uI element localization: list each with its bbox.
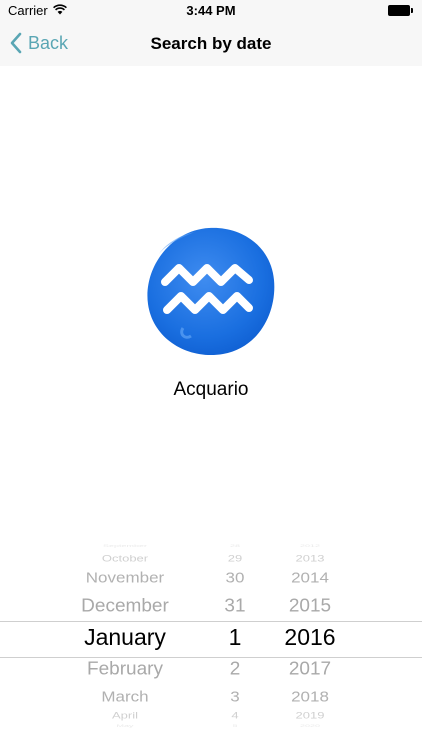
clock: 3:44 PM (186, 3, 236, 18)
day-option[interactable]: 28 (205, 544, 265, 548)
page-title: Search by date (150, 34, 272, 53)
year-option[interactable]: 2019 (270, 711, 350, 720)
day-option[interactable]: 29 (205, 554, 265, 563)
month-wheel[interactable]: September October November December January F… (40, 540, 210, 730)
day-option[interactable]: 30 (205, 570, 265, 585)
day-wheel[interactable]: 28 29 30 31 1 2 3 4 5 (205, 540, 265, 730)
year-option[interactable]: 2012 (270, 544, 350, 548)
navigation-bar: Back Search by date (0, 22, 422, 66)
year-option[interactable]: 2016 (270, 626, 350, 649)
month-option[interactable]: September (40, 544, 210, 548)
battery-icon (388, 5, 414, 16)
month-option[interactable]: December (40, 597, 210, 615)
year-option[interactable]: 2014 (270, 570, 350, 585)
day-option[interactable]: 3 (205, 689, 265, 704)
month-option[interactable]: January (40, 626, 210, 649)
month-option[interactable]: May (40, 724, 210, 728)
status-bar: Carrier 3:44 PM (0, 0, 422, 22)
day-option[interactable]: 4 (205, 711, 265, 720)
year-option[interactable]: 2017 (270, 660, 350, 678)
month-option[interactable]: November (40, 570, 210, 585)
year-option[interactable]: 2013 (270, 554, 350, 563)
day-option[interactable]: 5 (205, 724, 265, 728)
day-option[interactable]: 1 (205, 626, 265, 649)
year-option[interactable]: 2020 (270, 724, 350, 728)
month-option[interactable]: April (40, 711, 210, 720)
aquarius-icon (147, 227, 275, 356)
month-option[interactable]: February (40, 660, 210, 678)
year-wheel[interactable]: 2012 2013 2014 2015 2016 2017 2018 2019 2020 (270, 540, 350, 730)
year-option[interactable]: 2015 (270, 597, 350, 615)
date-picker[interactable]: September October November December January F… (0, 540, 422, 730)
day-option[interactable]: 31 (205, 597, 265, 615)
day-option[interactable]: 2 (205, 660, 265, 678)
month-option[interactable]: March (40, 689, 210, 704)
sign-name: Acquario (173, 379, 249, 400)
year-option[interactable]: 2018 (270, 689, 350, 704)
month-option[interactable]: October (40, 554, 210, 563)
